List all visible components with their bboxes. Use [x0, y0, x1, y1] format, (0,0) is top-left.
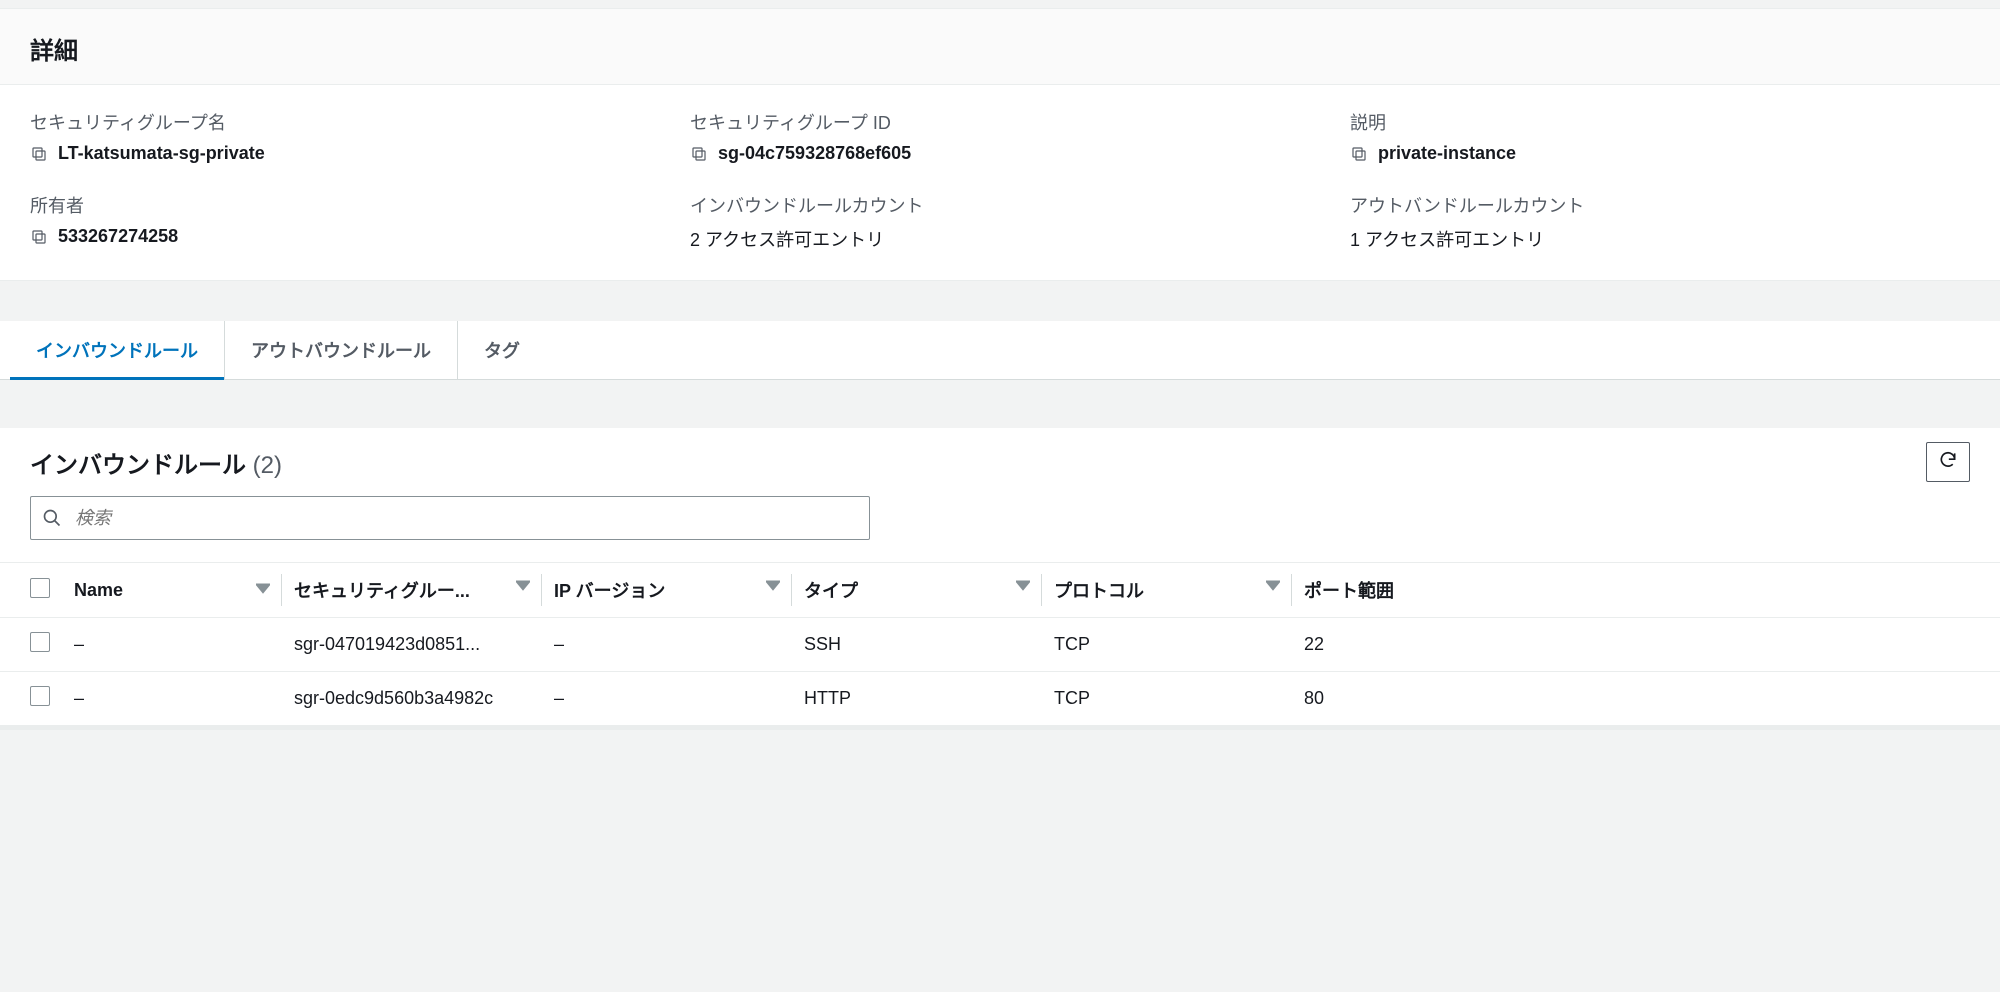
cell-name: – [62, 672, 282, 726]
sort-icon [1266, 577, 1280, 591]
copy-icon[interactable] [30, 228, 48, 246]
tab-outbound-rules[interactable]: アウトバウンドルール [225, 321, 458, 379]
rules-count: (2) [253, 452, 282, 479]
select-all-checkbox[interactable] [30, 578, 50, 598]
field-description: 説明 private-instance [1350, 109, 1970, 164]
copy-icon[interactable] [690, 145, 708, 163]
column-label: セキュリティグルー... [294, 581, 470, 601]
table-header-row: Name セキュリティグルー... IP バージョン タイプ [0, 563, 2000, 618]
cell-ip-version: – [542, 672, 792, 726]
field-label: 所有者 [30, 192, 650, 218]
column-header-protocol[interactable]: プロトコル [1042, 563, 1292, 618]
search-icon [42, 508, 62, 528]
refresh-icon [1938, 450, 1958, 475]
table-row[interactable]: – sgr-047019423d0851... – SSH TCP 22 [0, 618, 2000, 672]
field-owner: 所有者 533267274258 [30, 192, 650, 252]
field-value: 2 アクセス許可エントリ [690, 226, 1310, 252]
rules-header: インバウンドルール (2) [0, 428, 2000, 492]
inbound-rules-section: インバウンドルール (2) Name [0, 428, 2000, 730]
section-bottom-border [0, 726, 2000, 730]
cell-port-range: 80 [1292, 672, 2000, 726]
column-label: IP バージョン [554, 581, 665, 601]
column-header-port-range[interactable]: ポート範囲 [1292, 563, 2000, 618]
column-header-type[interactable]: タイプ [792, 563, 1042, 618]
column-header-select [0, 563, 62, 618]
column-label: Name [74, 580, 123, 600]
row-checkbox[interactable] [30, 686, 50, 706]
column-label: プロトコル [1054, 581, 1144, 601]
sort-icon [1016, 577, 1030, 591]
table-row[interactable]: – sgr-0edc9d560b3a4982c – HTTP TCP 80 [0, 672, 2000, 726]
row-checkbox[interactable] [30, 632, 50, 652]
cell-type: HTTP [792, 672, 1042, 726]
rules-title-text: インバウンドルール [30, 452, 246, 479]
search-wrap [0, 492, 2000, 552]
field-value: private-instance [1350, 143, 1970, 164]
details-panel: 詳細 セキュリティグループ名 LT-katsumata-sg-private セ… [0, 8, 2000, 281]
column-header-ip-version[interactable]: IP バージョン [542, 563, 792, 618]
field-label: インバウンドルールカウント [690, 192, 1310, 218]
field-value: LT-katsumata-sg-private [30, 143, 650, 164]
field-value: 533267274258 [30, 226, 650, 247]
sort-icon [256, 580, 270, 594]
field-value: sg-04c759328768ef605 [690, 143, 1310, 164]
owner-value: 533267274258 [58, 226, 178, 247]
copy-icon[interactable] [1350, 145, 1368, 163]
details-grid: セキュリティグループ名 LT-katsumata-sg-private セキュリ… [0, 85, 2000, 280]
field-inbound-count: インバウンドルールカウント 2 アクセス許可エントリ [690, 192, 1310, 252]
cell-sgrule-id: sgr-0edc9d560b3a4982c [282, 672, 542, 726]
search-input[interactable] [30, 496, 870, 540]
column-label: ポート範囲 [1304, 581, 1394, 601]
column-header-name[interactable]: Name [62, 563, 282, 618]
refresh-button[interactable] [1926, 442, 1970, 482]
field-label: アウトバンドルールカウント [1350, 192, 1970, 218]
field-label: セキュリティグループ名 [30, 109, 650, 135]
tab-tags[interactable]: タグ [458, 321, 546, 379]
details-title: 詳細 [0, 9, 2000, 85]
sg-id-value: sg-04c759328768ef605 [718, 143, 911, 164]
rules-table: Name セキュリティグルー... IP バージョン タイプ [0, 562, 2000, 726]
cell-protocol: TCP [1042, 672, 1292, 726]
inbound-count-value: 2 アクセス許可エントリ [690, 226, 884, 252]
column-header-sgrule-id[interactable]: セキュリティグルー... [282, 563, 542, 618]
tabs-bar: インバウンドルール アウトバウンドルール タグ [0, 321, 2000, 380]
field-sg-name: セキュリティグループ名 LT-katsumata-sg-private [30, 109, 650, 164]
cell-type: SSH [792, 618, 1042, 672]
cell-sgrule-id: sgr-047019423d0851... [282, 618, 542, 672]
sort-icon [766, 577, 780, 591]
column-label: タイプ [804, 581, 858, 601]
sort-icon [516, 577, 530, 591]
field-label: 説明 [1350, 109, 1970, 135]
outbound-count-value: 1 アクセス許可エントリ [1350, 226, 1544, 252]
field-outbound-count: アウトバンドルールカウント 1 アクセス許可エントリ [1350, 192, 1970, 252]
cell-ip-version: – [542, 618, 792, 672]
field-label: セキュリティグループ ID [690, 109, 1310, 135]
copy-icon[interactable] [30, 145, 48, 163]
cell-protocol: TCP [1042, 618, 1292, 672]
tab-inbound-rules[interactable]: インバウンドルール [10, 321, 225, 379]
field-value: 1 アクセス許可エントリ [1350, 226, 1970, 252]
field-sg-id: セキュリティグループ ID sg-04c759328768ef605 [690, 109, 1310, 164]
rules-title: インバウンドルール (2) [30, 445, 282, 480]
search-box [30, 496, 870, 540]
description-value: private-instance [1378, 143, 1516, 164]
cell-port-range: 22 [1292, 618, 2000, 672]
sg-name-value: LT-katsumata-sg-private [58, 143, 265, 164]
cell-name: – [62, 618, 282, 672]
